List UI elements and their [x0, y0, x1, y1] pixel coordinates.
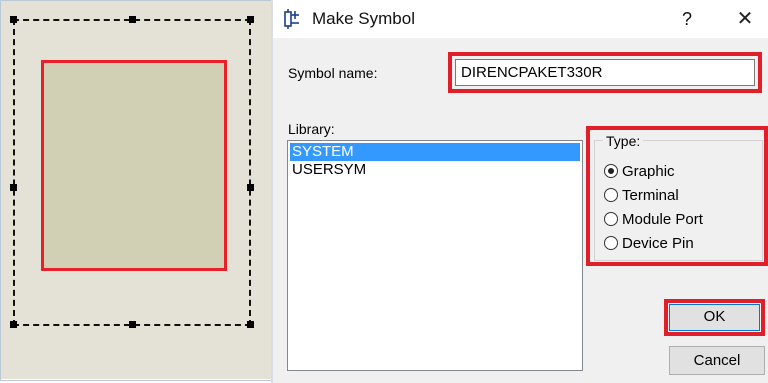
selection-handle[interactable] [10, 16, 17, 23]
type-option-label: Terminal [622, 186, 679, 204]
selection-handle[interactable] [10, 321, 17, 328]
library-item-usersym[interactable]: USERSYM [288, 161, 582, 179]
type-option-device-pin[interactable]: Device Pin [604, 233, 694, 253]
dialog-titlebar: Make Symbol ? ✕ [273, 0, 768, 38]
cancel-button[interactable]: Cancel [669, 346, 765, 375]
selection-handle[interactable] [129, 16, 136, 23]
ok-button[interactable]: OK [669, 304, 760, 331]
radio-button-checked[interactable] [604, 164, 618, 178]
drawing-canvas[interactable] [1, 1, 271, 379]
selection-handle[interactable] [129, 321, 136, 328]
radio-button[interactable] [604, 188, 618, 202]
close-icon: ✕ [736, 8, 754, 30]
type-option-label: Device Pin [622, 234, 694, 252]
close-button[interactable]: ✕ [731, 6, 759, 32]
type-group-label: Type: [603, 133, 644, 149]
dialog-title: Make Symbol [312, 9, 415, 28]
library-label: Library: [288, 121, 335, 137]
symbol-icon [284, 9, 299, 29]
type-option-terminal[interactable]: Terminal [604, 185, 679, 205]
selection-handle[interactable] [247, 16, 254, 23]
symbol-name-input[interactable]: DIRENCPAKET330R [455, 59, 755, 86]
type-option-label: Module Port [622, 210, 703, 228]
type-option-label: Graphic [622, 162, 675, 180]
type-option-module-port[interactable]: Module Port [604, 209, 703, 229]
selection-handle[interactable] [247, 184, 254, 191]
help-button[interactable]: ? [675, 6, 699, 32]
symbol-graphic-rectangle[interactable] [41, 60, 227, 271]
radio-button[interactable] [604, 236, 618, 250]
symbol-name-label: Symbol name: [288, 65, 378, 81]
make-symbol-dialog: Make Symbol ? ✕ Symbol name: DIRENCPAKET… [273, 0, 768, 383]
type-option-graphic[interactable]: Graphic [604, 161, 675, 181]
radio-button[interactable] [604, 212, 618, 226]
selection-handle[interactable] [247, 321, 254, 328]
library-item-system[interactable]: SYSTEM [290, 143, 580, 161]
library-listbox[interactable]: SYSTEM USERSYM [287, 140, 583, 371]
selection-handle[interactable] [10, 184, 17, 191]
